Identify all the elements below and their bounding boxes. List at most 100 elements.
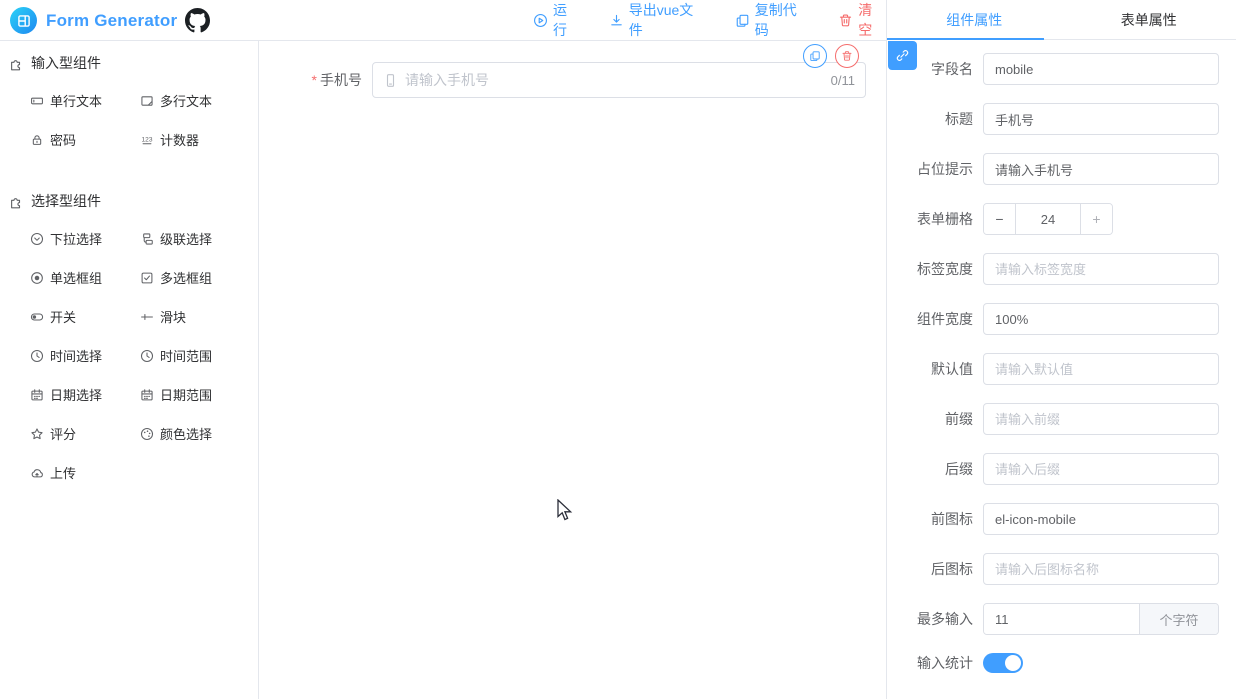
component-counter[interactable]: 123 计数器 [140, 120, 250, 159]
export-vue-button-label: 导出vue文件 [629, 0, 707, 40]
copy-item-button[interactable] [803, 44, 827, 68]
component-label: 日期范围 [160, 385, 212, 404]
component-upload[interactable]: 上传 [30, 453, 140, 492]
component-label: 日期选择 [50, 385, 102, 404]
delete-item-button[interactable] [835, 44, 859, 68]
title-input[interactable] [983, 103, 1219, 135]
component-switch[interactable]: 开关 [30, 297, 140, 336]
prop-label: 组件宽度 [887, 309, 983, 329]
component-single-line-text[interactable]: 单行文本 [30, 81, 140, 120]
field-label-text: 手机号 [320, 72, 362, 88]
max-length-unit: 个字符 [1139, 604, 1218, 634]
component-width-input[interactable] [983, 303, 1219, 335]
prop-row-suffix-icon: 后图标 [887, 553, 1219, 585]
password-icon [30, 133, 44, 147]
component-date-range[interactable]: 日期范围 [140, 375, 250, 414]
section-title-label: 输入型组件 [31, 53, 101, 73]
prop-row-prefix-icon: 前图标 [887, 503, 1219, 535]
component-password[interactable]: 密码 [30, 120, 140, 159]
copy-document-icon [735, 13, 750, 28]
github-icon[interactable] [185, 8, 210, 33]
component-time-picker[interactable]: 时间选择 [30, 336, 140, 375]
mobile-field-input[interactable]: 0/11 [372, 62, 866, 98]
play-circle-icon [533, 13, 548, 28]
prop-row-prefix: 前缀 [887, 403, 1219, 435]
toolbar: 运行 导出vue文件 复制代码 清空 [533, 0, 886, 40]
rate-icon [30, 427, 44, 441]
prop-label: 前缀 [887, 409, 983, 429]
color-picker-icon [140, 427, 154, 441]
select-icon [30, 232, 44, 246]
select-components-grid: 下拉选择 级联选择 单选框组 多选框组 开关 滑块 时间选择 时间范围 [30, 219, 258, 492]
stepper-value[interactable]: 24 [1016, 204, 1080, 234]
export-vue-button[interactable]: 导出vue文件 [609, 0, 707, 40]
cascader-icon [140, 232, 154, 246]
clear-button-label: 清空 [858, 0, 886, 40]
copy-code-button[interactable]: 复制代码 [735, 0, 811, 40]
prop-label: 后图标 [887, 559, 983, 579]
component-date-picker[interactable]: 日期选择 [30, 375, 140, 414]
component-select[interactable]: 下拉选择 [30, 219, 140, 258]
component-label: 单行文本 [50, 91, 102, 110]
component-cascader[interactable]: 级联选择 [140, 219, 250, 258]
link-icon[interactable] [888, 41, 917, 70]
radio-group-icon [30, 271, 44, 285]
prop-row-form-grid: 表单栅格 − 24 + [887, 203, 1219, 235]
component-checkbox-group[interactable]: 多选框组 [140, 258, 250, 297]
component-color-picker[interactable]: 颜色选择 [140, 414, 250, 453]
component-label: 开关 [50, 307, 76, 326]
field-label: *手机号 [260, 70, 372, 90]
tab-component-properties[interactable]: 组件属性 [887, 0, 1062, 39]
prop-label: 输入统计 [887, 653, 983, 673]
clear-button[interactable]: 清空 [838, 0, 886, 40]
properties-panel: 组件属性 表单属性 字段名 标题 占位提示 表单栅格 − 24 + 标签宽度 [886, 0, 1236, 699]
component-time-range[interactable]: 时间范围 [140, 336, 250, 375]
component-radio-group[interactable]: 单选框组 [30, 258, 140, 297]
download-icon [609, 13, 624, 28]
stepper-decrease-button[interactable]: − [984, 204, 1016, 234]
component-label: 多行文本 [160, 91, 212, 110]
run-button-label: 运行 [553, 0, 581, 40]
component-label: 评分 [50, 424, 76, 443]
checkbox-group-icon [140, 271, 154, 285]
word-limit-toggle[interactable] [983, 653, 1023, 673]
toggle-knob [1005, 655, 1021, 671]
prop-label: 表单栅格 [887, 209, 983, 229]
max-length-input[interactable] [984, 604, 1139, 634]
run-button[interactable]: 运行 [533, 0, 581, 40]
prefix-icon-input[interactable] [983, 503, 1219, 535]
prop-label: 前图标 [887, 509, 983, 529]
time-icon [30, 349, 44, 363]
default-value-input[interactable] [983, 353, 1219, 385]
form-row: *手机号 0/11 [260, 62, 866, 98]
field-name-input[interactable] [983, 53, 1219, 85]
tab-form-properties[interactable]: 表单属性 [1062, 0, 1236, 39]
component-textarea[interactable]: 多行文本 [140, 81, 250, 120]
prop-label: 最多输入 [887, 609, 983, 629]
stepper-increase-button[interactable]: + [1080, 204, 1112, 234]
component-slider[interactable]: 滑块 [140, 297, 250, 336]
component-label: 下拉选择 [50, 229, 102, 248]
prop-label: 标题 [887, 109, 983, 129]
prefix-input[interactable] [983, 403, 1219, 435]
puzzle-icon [9, 194, 24, 209]
placeholder-input[interactable] [983, 153, 1219, 185]
component-label: 上传 [50, 463, 76, 482]
drawing-item-mobile-field[interactable]: *手机号 0/11 [260, 41, 886, 116]
section-select-components: 选择型组件 [9, 191, 258, 211]
prop-row-show-word-limit: 输入统计 [887, 653, 1219, 673]
component-label: 级联选择 [160, 229, 212, 248]
prop-row-max-length: 最多输入 个字符 [887, 603, 1219, 635]
component-label: 单选框组 [50, 268, 102, 287]
prop-label: 占位提示 [887, 159, 983, 179]
prop-row-title: 标题 [887, 103, 1219, 135]
label-width-input[interactable] [983, 253, 1219, 285]
max-length-group: 个字符 [983, 603, 1219, 635]
suffix-icon-input[interactable] [983, 553, 1219, 585]
mobile-input[interactable] [405, 72, 823, 88]
drawing-board[interactable]: *手机号 0/11 [260, 41, 886, 699]
components-sidebar: 输入型组件 单行文本 多行文本 密码 123 计数器 选择型组件 下拉选择 级联 [0, 41, 259, 699]
component-rate[interactable]: 评分 [30, 414, 140, 453]
suffix-input[interactable] [983, 453, 1219, 485]
app-title: Form Generator [46, 11, 177, 31]
